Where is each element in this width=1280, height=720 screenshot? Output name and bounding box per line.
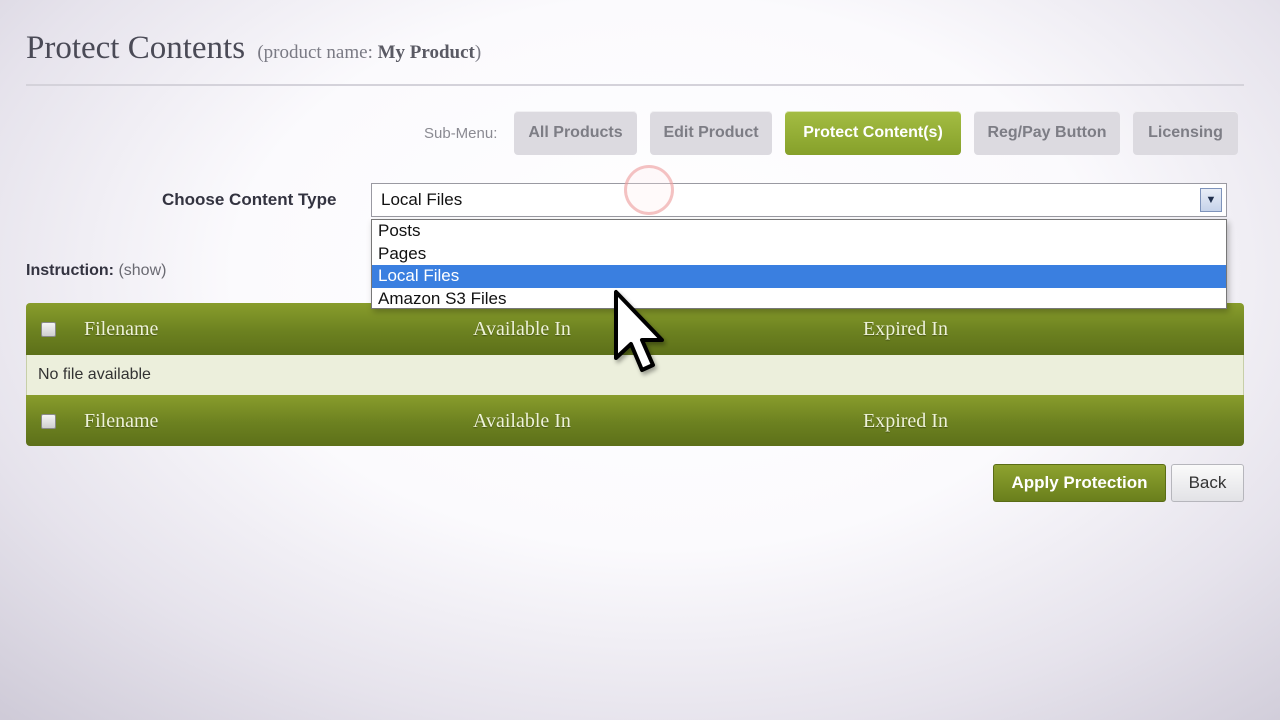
column-available-in: Available In: [473, 318, 571, 340]
chevron-down-icon[interactable]: ▼: [1200, 188, 1222, 212]
table-footer: Filename Available In Expired In: [26, 395, 1244, 446]
page-title: Protect Contents (product name: My Produ…: [26, 30, 481, 67]
click-indicator: [624, 165, 674, 215]
select-all-checkbox-footer[interactable]: [41, 414, 56, 429]
option-amazon-s3-files[interactable]: Amazon S3 Files: [372, 288, 1226, 311]
product-name-caption: (product name: My Product): [257, 42, 482, 63]
option-local-files[interactable]: Local Files: [372, 265, 1226, 288]
option-posts[interactable]: Posts: [372, 220, 1226, 243]
content-type-select[interactable]: Local Files ▼: [371, 183, 1227, 217]
submenu-label: Sub-Menu:: [424, 125, 498, 142]
product-name: My Product: [377, 42, 475, 63]
page-title-text: Protect Contents: [26, 30, 246, 66]
tab-all-products[interactable]: All Products: [514, 111, 637, 155]
option-pages[interactable]: Pages: [372, 243, 1226, 266]
tab-protect-contents[interactable]: Protect Content(s): [785, 111, 961, 155]
column-filename-footer: Filename: [84, 410, 159, 432]
content-type-dropdown-list: Posts Pages Local Files Amazon S3 Files: [371, 219, 1227, 309]
back-button[interactable]: Back: [1171, 464, 1244, 502]
column-filename: Filename: [84, 318, 159, 340]
column-expired-in: Expired In: [863, 318, 948, 340]
content-type-selected-value: Local Files: [381, 190, 463, 209]
column-available-in-footer: Available In: [473, 410, 571, 432]
instruction: Instruction: (show): [26, 262, 166, 280]
mouse-pointer-icon: [610, 288, 672, 385]
select-all-checkbox[interactable]: [41, 322, 56, 337]
content-type-label: Choose Content Type: [162, 190, 337, 209]
empty-message: No file available: [38, 366, 151, 383]
tab-licensing[interactable]: Licensing: [1133, 111, 1238, 155]
instruction-show-link[interactable]: (show): [118, 262, 166, 279]
instruction-label: Instruction:: [26, 262, 114, 279]
title-divider: [26, 84, 1244, 86]
apply-protection-button[interactable]: Apply Protection: [993, 464, 1166, 502]
tab-edit-product[interactable]: Edit Product: [650, 111, 772, 155]
tab-reg-pay-button[interactable]: Reg/Pay Button: [974, 111, 1120, 155]
column-expired-in-footer: Expired In: [863, 410, 948, 432]
